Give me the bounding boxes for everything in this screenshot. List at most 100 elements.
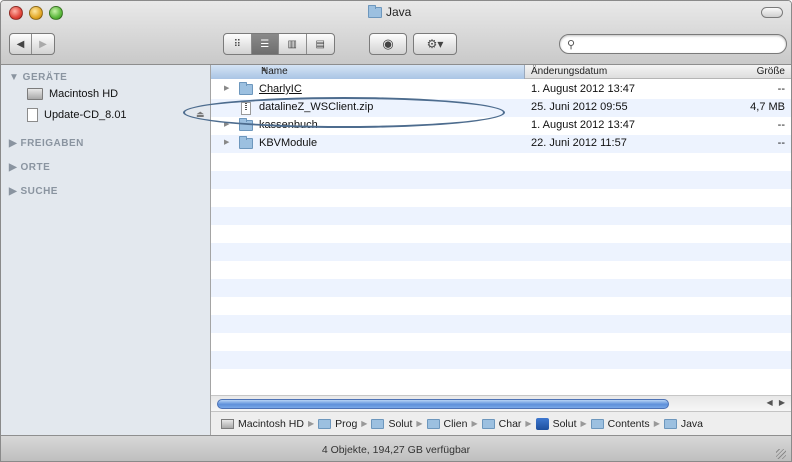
sidebar-section-search[interactable]: ▶ SUCHE (9, 186, 58, 197)
path-item[interactable]: Prog (318, 418, 357, 430)
path-separator-icon: ▶ (416, 419, 423, 428)
forward-button[interactable]: ▶ (32, 34, 54, 54)
folder-icon (318, 418, 332, 429)
empty-row (211, 351, 791, 369)
path-separator-icon: ▶ (653, 419, 660, 428)
finder-window: Java ◀ ▶ ⠿ ☰ ▥ ▤ ◉ ⚙▾ ⚲ ▼ GERÄTE Macinto… (0, 0, 792, 462)
folder-icon (371, 418, 385, 429)
toolbar-toggle-button[interactable] (761, 7, 783, 18)
icon-view-icon: ⠿ (233, 38, 241, 50)
column-header-size[interactable]: Größe (757, 66, 785, 77)
disclosure-triangle-icon[interactable]: ▶ (224, 138, 229, 146)
sidebar-section-devices[interactable]: ▼ GERÄTE (9, 72, 67, 83)
forward-arrow-icon: ▶ (39, 38, 47, 50)
folder-icon (481, 418, 495, 429)
action-menu-button[interactable]: ⚙▾ (413, 33, 457, 55)
eye-icon: ◉ (382, 36, 394, 51)
file-row[interactable]: ▶ KBVModule 22. Juni 2012 11:57 -- (211, 135, 791, 153)
file-date: 25. Juni 2012 09:55 (531, 101, 628, 113)
path-separator-icon: ▶ (525, 419, 532, 428)
horizontal-scrollbar[interactable]: ◀ ▶ (211, 395, 791, 411)
empty-row (211, 243, 791, 261)
search-field[interactable]: ⚲ (559, 34, 787, 54)
empty-row (211, 207, 791, 225)
app-icon (535, 417, 549, 430)
gear-icon: ⚙▾ (426, 37, 444, 51)
path-item[interactable]: Macintosh HD (221, 418, 304, 430)
view-icons-button[interactable]: ⠿ (224, 34, 252, 54)
list-view-icon: ☰ (260, 38, 270, 50)
folder-icon (426, 418, 440, 429)
empty-row (211, 297, 791, 315)
file-size: 4,7 MB (750, 101, 785, 113)
path-item-label: Clien (443, 417, 468, 430)
toolbar: Java ◀ ▶ ⠿ ☰ ▥ ▤ ◉ ⚙▾ ⚲ (1, 1, 791, 65)
folder-icon (590, 418, 604, 429)
hard-drive-icon (221, 418, 234, 429)
view-list-button[interactable]: ☰ (251, 34, 279, 54)
search-icon: ⚲ (567, 39, 576, 51)
empty-row (211, 315, 791, 333)
file-size: -- (777, 119, 785, 131)
folder-icon (239, 82, 253, 95)
file-row[interactable]: ▶ CharlyIC 1. August 2012 13:47 -- (211, 81, 791, 99)
sort-ascending-icon: ▲ (261, 66, 268, 73)
empty-row (211, 333, 791, 351)
empty-row (211, 225, 791, 243)
search-input[interactable] (582, 37, 777, 51)
column-header-row: Name ▲ Änderungsdatum Größe (211, 65, 791, 79)
window-title-label: Java (386, 5, 412, 19)
file-size: -- (777, 137, 785, 149)
empty-row (211, 153, 791, 171)
path-item-label: Char (498, 417, 522, 430)
coverflow-view-icon: ▤ (315, 38, 325, 50)
column-header-date[interactable]: Änderungsdatum (531, 66, 607, 77)
path-separator-icon: ▶ (307, 419, 315, 428)
disk-image-icon (27, 108, 38, 122)
path-bar: Macintosh HD ▶ Prog ▶ Solut ▶ Clien ▶ Ch… (211, 411, 791, 435)
column-header-name[interactable]: Name ▲ (211, 65, 525, 79)
path-item[interactable]: Solut (371, 418, 412, 430)
view-columns-button[interactable]: ▥ (279, 34, 307, 54)
zoom-button[interactable] (49, 6, 63, 20)
sidebar-item-macintosh-hd[interactable]: Macintosh HD (27, 88, 118, 100)
path-item-label: Solut (552, 417, 577, 430)
scrollbar-thumb[interactable] (217, 399, 669, 409)
sidebar-section-shared[interactable]: ▶ FREIGABEN (9, 138, 84, 149)
disclosure-triangle-icon[interactable]: ▶ (224, 84, 229, 92)
empty-row (211, 171, 791, 189)
status-text: 4 Objekte, 194,27 GB verfügbar (321, 444, 471, 456)
path-item[interactable]: Java (663, 418, 703, 430)
view-coverflow-button[interactable]: ▤ (307, 34, 334, 54)
path-item-label: Solut (388, 417, 413, 430)
minimize-button[interactable] (29, 6, 43, 20)
folder-icon (239, 136, 253, 149)
folder-icon (368, 4, 382, 18)
highlight-annotation-oval (183, 97, 505, 128)
hard-drive-icon (27, 88, 43, 100)
sidebar-item-update-cd[interactable]: Update-CD_8.01 (27, 108, 127, 122)
empty-row (211, 369, 791, 387)
path-item[interactable]: Char (481, 417, 522, 430)
path-item-label: Macintosh HD (238, 417, 304, 430)
file-date: 22. Juni 2012 11:57 (531, 137, 627, 149)
path-item[interactable]: Clien (426, 417, 468, 430)
resize-grip-icon[interactable] (776, 449, 786, 459)
nav-buttons: ◀ ▶ (9, 33, 55, 55)
file-date: 1. August 2012 13:47 (531, 83, 635, 95)
file-date: 1. August 2012 13:47 (531, 119, 635, 131)
path-item[interactable]: Solut (535, 417, 577, 430)
scroll-arrows-icon[interactable]: ◀ ▶ (766, 398, 787, 407)
path-item-label: Prog (335, 417, 358, 430)
empty-row (211, 261, 791, 279)
back-button[interactable]: ◀ (10, 34, 33, 54)
sidebar-section-places[interactable]: ▶ ORTE (9, 162, 50, 173)
path-item[interactable]: Contents (590, 418, 650, 430)
sidebar-item-label: Update-CD_8.01 (44, 109, 127, 121)
quicklook-button[interactable]: ◉ (369, 33, 407, 55)
file-list: Name ▲ Änderungsdatum Größe ▶ CharlyIC 1… (183, 65, 791, 395)
path-separator-icon: ▶ (471, 419, 478, 428)
file-name: KBVModule (259, 137, 318, 149)
file-size: -- (777, 83, 785, 95)
close-button[interactable] (9, 6, 23, 20)
